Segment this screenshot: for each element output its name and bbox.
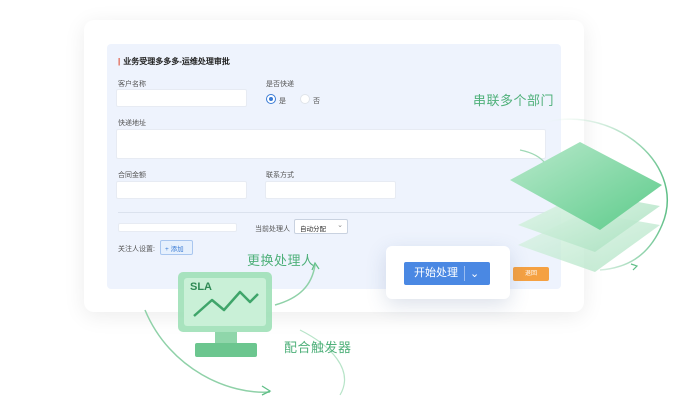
button-separator <box>464 266 465 281</box>
sla-arc-top <box>274 264 316 306</box>
caption-change-handler: 更换处理人 <box>247 253 315 268</box>
start-processing-label: 开始处理 <box>414 267 458 279</box>
sla-monitor-base <box>195 343 257 357</box>
sla-monitor-neck <box>215 332 237 344</box>
chevron-down-icon[interactable]: ⌄ <box>470 263 479 286</box>
start-processing-button[interactable]: 开始处理 ⌄ <box>404 262 490 285</box>
sla-label: SLA <box>190 281 212 293</box>
stack-arc-arrow-icon <box>630 263 639 271</box>
sla-arc-arrow-icon <box>261 385 272 396</box>
caption-multi-dept: 串联多个部门 <box>473 93 555 108</box>
caption-trigger: 配合触发器 <box>284 340 352 355</box>
